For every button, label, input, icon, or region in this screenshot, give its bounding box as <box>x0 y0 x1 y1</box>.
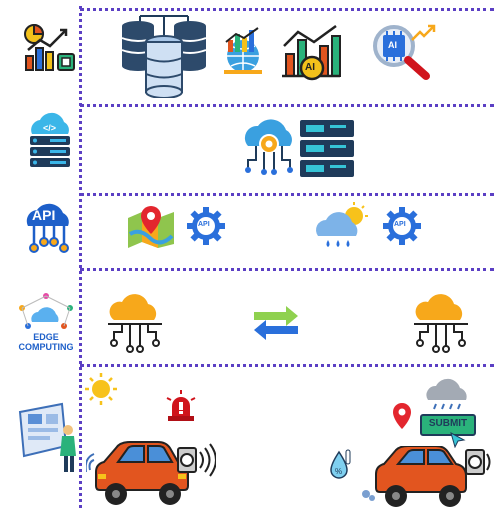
alarm-siren-icon <box>164 390 198 427</box>
submit-button-graphic: SUBMIT <box>420 414 476 448</box>
user-dashboard-layer-icon <box>18 402 80 481</box>
row-separator-3 <box>80 268 494 271</box>
ai-chip-magnifier-icon: AI <box>370 22 438 84</box>
edge-cloud-node-icon-left <box>106 290 164 359</box>
server-rack-icon <box>298 118 356 183</box>
weather-cloud-rain-icon <box>314 202 372 255</box>
svg-text:%: % <box>335 467 342 476</box>
map-location-pin-icon <box>126 204 176 253</box>
global-analytics-icon <box>222 26 264 81</box>
api-gear-icon-left: API <box>186 206 226 246</box>
edge-cloud-node-icon-right <box>412 290 470 359</box>
sun-icon <box>84 372 118 411</box>
row-separator-top <box>80 8 494 11</box>
location-pin-icon <box>392 402 412 435</box>
ai-chip-badge: AI <box>388 40 397 50</box>
ai-chart-badge: AI <box>305 62 315 73</box>
row-separator-2 <box>80 193 494 196</box>
svg-text:</>: </> <box>43 123 56 133</box>
storm-cloud-icon <box>424 376 474 417</box>
cloud-server-layer-icon: </> <box>24 112 76 173</box>
edge-label-line2: COMPUTING <box>18 342 74 352</box>
cloud-gear-network-icon <box>240 116 298 183</box>
api-gear-left-label: API <box>198 221 210 228</box>
data-exchange-arrows-icon <box>252 304 300 345</box>
car-left-icon <box>84 440 217 513</box>
humidity-thermometer-icon: % <box>330 448 352 485</box>
ai-chart-icon: AI <box>280 24 342 82</box>
edge-computing-layer-icon: EDGE COMPUTING <box>14 290 78 356</box>
submit-label: SUBMIT <box>428 418 468 429</box>
api-layer-icon: API <box>20 200 76 258</box>
edge-label-line1: EDGE <box>33 332 59 342</box>
row-separator-4 <box>80 364 494 367</box>
api-gear-icon-right: API <box>382 206 422 246</box>
api-gear-right-label: API <box>394 221 406 228</box>
row-separator-1 <box>80 104 494 107</box>
database-cluster-icon <box>118 14 210 103</box>
api-layer-badge: API <box>32 207 56 223</box>
car-right-icon <box>356 445 494 513</box>
analytics-layer-icon <box>22 22 76 77</box>
